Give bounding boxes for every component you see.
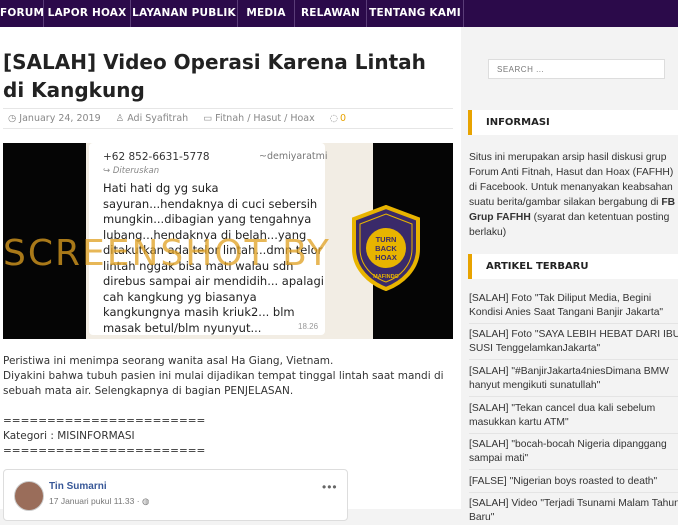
nav-forum[interactable]: FORUM bbox=[0, 0, 44, 27]
folder-icon: ▭ bbox=[203, 113, 213, 124]
globe-icon: ◍ bbox=[141, 496, 150, 506]
top-navigation: FORUM LAPOR HOAX LAYANAN PUBLIK MEDIA RE… bbox=[0, 0, 678, 27]
clock-icon: ◷ bbox=[8, 113, 17, 124]
badge-text-top: TURN bbox=[376, 235, 397, 244]
recent-post-link[interactable]: [SALAH] "Tekan cancel dua kali sebelum m… bbox=[469, 402, 678, 430]
sender-name: ~demiyaratmi bbox=[259, 151, 328, 162]
article-meta: ◷ January 24, 2019 ♙ Adi Syafitrah ▭ Fitnah… bbox=[8, 113, 358, 124]
more-options-icon[interactable]: ••• bbox=[322, 480, 338, 494]
date-meta: ◷ January 24, 2019 bbox=[8, 113, 107, 124]
divider bbox=[469, 469, 678, 470]
facebook-embed[interactable] bbox=[3, 469, 348, 521]
forwarded-text: Diteruskan bbox=[112, 166, 160, 176]
nav-lapor-hoax[interactable]: LAPOR HOAX bbox=[44, 0, 130, 27]
divider bbox=[469, 492, 678, 493]
embed-author-name[interactable]: Tin Sumarni bbox=[49, 481, 107, 492]
info-widget-text: Situs ini merupakan arsip hasil diskusi … bbox=[469, 150, 678, 240]
recent-widget-header: ARTIKEL TERBARU bbox=[468, 254, 678, 279]
recent-post-link[interactable]: [SALAH] Foto "Tak Diliput Media, Begini … bbox=[469, 292, 678, 320]
embed-date: 17 Januari pukul 11.33 · ◍ bbox=[49, 496, 149, 507]
info-widget-title: INFORMASI bbox=[486, 117, 550, 128]
body-category: Kategori : MISINFORMASI bbox=[3, 430, 135, 442]
badge-footer: MAFINDO bbox=[373, 274, 399, 280]
article-categories[interactable]: Fitnah / Hasut / Hoax bbox=[215, 113, 315, 124]
search-input[interactable]: SEARCH ... bbox=[488, 59, 665, 79]
recent-post-link[interactable]: [SALAH] "#BanjirJakarta4niesDimana BMW h… bbox=[469, 365, 678, 393]
body-separator: ======================= bbox=[3, 415, 206, 427]
message-time: 18.26 bbox=[298, 322, 319, 331]
comment-icon: ◌ bbox=[329, 113, 339, 124]
turnbackhoax-logo: TURN BACK HOAX MAFINDO bbox=[350, 204, 422, 292]
info-widget-header: INFORMASI bbox=[468, 110, 678, 135]
divider bbox=[469, 323, 678, 324]
badge-text-bot: HOAX bbox=[375, 253, 397, 262]
nav-layanan-publik[interactable]: LAYANAN PUBLIK bbox=[131, 0, 237, 27]
body-paragraph: Diyakini bahwa tubuh pasien ini mulai di… bbox=[3, 370, 444, 397]
article-title: [SALAH] Video Operasi Karena Lintah di K… bbox=[3, 50, 426, 102]
info-text-part: Situs ini merupakan arsip hasil diskusi … bbox=[469, 152, 674, 208]
article-body: Peristiwa ini menimpa seorang wanita asa… bbox=[3, 354, 448, 459]
recent-post-link[interactable]: [SALAH] Video "Terjadi Tsunami Malam Tah… bbox=[469, 497, 678, 525]
embed-date-text: 17 Januari pukul 11.33 · bbox=[49, 496, 142, 506]
divider bbox=[3, 108, 453, 109]
article-date: January 24, 2019 bbox=[19, 113, 101, 124]
forwarded-label: ↪ Diteruskan bbox=[103, 166, 159, 176]
nav-relawan[interactable]: RELAWAN bbox=[295, 0, 366, 27]
user-icon: ♙ bbox=[115, 113, 125, 124]
nav-tentang-kami[interactable]: TENTANG KAMI bbox=[367, 0, 463, 27]
nav-divider bbox=[463, 0, 464, 27]
badge-text-mid: BACK bbox=[375, 244, 397, 253]
author-meta[interactable]: ♙ Adi Syafitrah bbox=[116, 113, 194, 124]
category-meta[interactable]: ▭ Fitnah / Hasut / Hoax bbox=[203, 113, 321, 124]
comments-meta[interactable]: ◌ 0 bbox=[330, 113, 352, 124]
divider bbox=[3, 128, 453, 129]
recent-post-link[interactable]: [SALAH] Foto "SAYA LEBIH HEBAT DARI IBU … bbox=[469, 328, 678, 356]
divider bbox=[469, 359, 678, 360]
article-image: +62 852-6631-5778 ~demiyaratmi ↪ Diterus… bbox=[3, 143, 453, 339]
screenshot-watermark: SCREENSHOT BY bbox=[3, 233, 331, 274]
nav-media[interactable]: MEDIA bbox=[238, 0, 294, 27]
divider bbox=[469, 433, 678, 434]
recent-post-link[interactable]: [FALSE] "Nigerian boys roasted to death" bbox=[469, 475, 678, 489]
article-author[interactable]: Adi Syafitrah bbox=[127, 113, 188, 124]
body-separator: ======================= bbox=[3, 445, 206, 457]
forward-icon: ↪ bbox=[103, 166, 113, 176]
comment-count[interactable]: 0 bbox=[340, 113, 346, 124]
recent-widget-title: ARTIKEL TERBARU bbox=[486, 261, 589, 272]
body-paragraph: Peristiwa ini menimpa seorang wanita asa… bbox=[3, 355, 334, 367]
sender-phone: +62 852-6631-5778 bbox=[103, 151, 210, 163]
divider bbox=[469, 396, 678, 397]
avatar[interactable] bbox=[14, 481, 44, 511]
recent-post-link[interactable]: [SALAH] "bocah-bocah Nigeria dipanggang … bbox=[469, 438, 678, 466]
